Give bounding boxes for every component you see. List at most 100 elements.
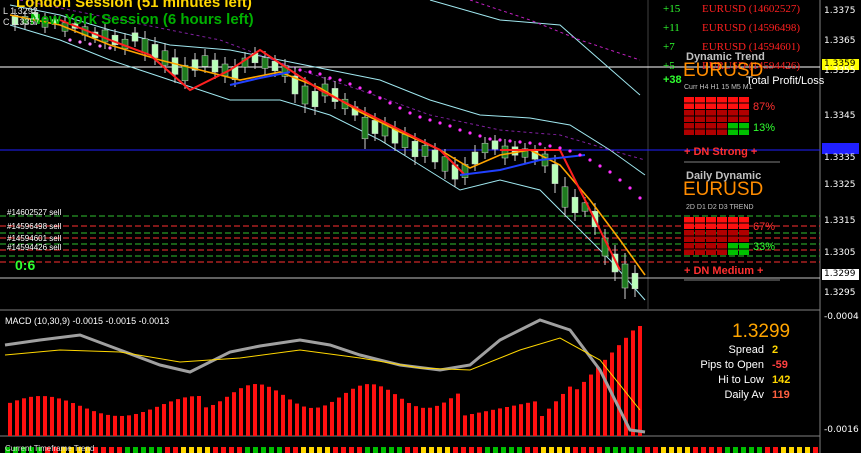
info-row-label: Pips to Open [700,359,764,371]
daily-dynamic-cell [728,230,738,236]
trend-segment [701,447,706,453]
macd-bar [428,407,432,436]
sell-order-label[interactable]: #14596498 sell [7,222,61,231]
order-label[interactable]: EURUSD (14596498) [702,22,800,34]
macd-bar [78,405,82,436]
trend-segment [285,447,290,453]
daily-dynamic-cell [728,217,738,223]
daily-dynamic-cell [717,243,727,249]
psar-dot [588,158,592,162]
daily-dynamic-cell [684,236,694,242]
trend-segment [485,447,490,453]
psar-dot [398,106,402,110]
dynamic-trend-cell [695,123,705,129]
macd-bar [386,389,390,436]
sell-order-label[interactable]: #14594426 sell [7,243,61,252]
current-price-big: 1.3299 [732,321,791,342]
dynamic-trend-cell [728,103,738,109]
macd-bar [232,392,236,436]
bollinger-lower [9,24,646,301]
trend-segment [221,447,226,453]
trend-segment [109,447,114,453]
daily-dynamic-cell [684,230,694,236]
candle-body [441,156,449,172]
trend-segment [125,447,130,453]
psar-dot [78,40,82,44]
price-tick: 1.3315 [824,216,856,226]
daily-dynamic-cell [717,249,727,255]
dynamic-trend-cell [739,103,749,109]
sell-order-label[interactable]: #14594601 sell [7,234,61,243]
info-row-value: 2 [772,344,779,356]
macd-bar [246,385,250,436]
order-pips: +5 [663,60,675,72]
macd-bar [190,396,194,436]
macd-bar [316,407,320,436]
macd-bar [302,406,306,436]
trend-segment [661,447,666,453]
daily-dynamic-cell [706,230,716,236]
trend-segment [237,447,242,453]
newyork-session-label: New York Session (6 hours left) [30,11,254,28]
trend-segment [533,447,538,453]
macd-bar [204,407,208,436]
daily-dynamic-columns: 2D D1 D2 D3 TREND [686,204,754,211]
dynamic-trend-cell [728,123,738,129]
macd-bar [120,415,124,436]
trend-segment [309,447,314,453]
daily-dynamic-cell [695,249,705,255]
macd-bar [575,389,579,436]
trend-segment [477,447,482,453]
order-pips: +11 [663,22,680,34]
psar-dot [538,142,542,146]
macd-bar [239,388,243,436]
info-row-label: Daily Av [724,389,764,401]
trend-segment [757,447,762,453]
trend-segment [389,447,394,453]
dynamic-trend-cell [728,116,738,122]
macd-bar [358,385,362,436]
candle-body [141,38,149,54]
psar-dot [508,139,512,143]
psar-dot [578,153,582,157]
trend-segment [645,447,650,453]
sell-order-label[interactable]: #14602527 sell [7,208,61,217]
trend-segment [597,447,602,453]
trend-segment [277,447,282,453]
macd-bar [414,406,418,436]
psar-dot [418,115,422,119]
info-row-value: 142 [772,374,791,386]
dynamic-trend-cell [695,97,705,103]
macd-main-yellow [4,337,641,411]
macd-bar [540,416,544,436]
macd-bar [505,407,509,436]
macd-bar [407,402,411,436]
trend-segment [421,447,426,453]
psar-dot [368,90,372,94]
order-pips: +7 [663,41,675,53]
trend-segment [157,447,162,453]
price-tick: 1.3305 [824,248,856,258]
macd-bar [8,402,12,436]
trend-segment [461,447,466,453]
psar-dot [558,146,562,150]
trend-segment [453,447,458,453]
psar-dot [318,72,322,76]
macd-bar [351,388,355,436]
trend-segment [685,447,690,453]
macd-bar [183,397,187,436]
macd-bar [631,330,635,436]
dynamic-trend-cell [706,129,716,135]
trend-segment [197,447,202,453]
order-label[interactable]: EURUSD (14602527) [702,3,800,15]
trend-segment [637,447,642,453]
dynamic-trend-cell [706,110,716,116]
candle-body [131,32,139,42]
macd-bar [323,405,327,436]
trend-segment [301,447,306,453]
macd-bar [267,386,271,436]
dynamic-trend-cell [706,123,716,129]
trend-segment [773,447,778,453]
macd-bar [71,403,75,436]
trend-segment [405,447,410,453]
